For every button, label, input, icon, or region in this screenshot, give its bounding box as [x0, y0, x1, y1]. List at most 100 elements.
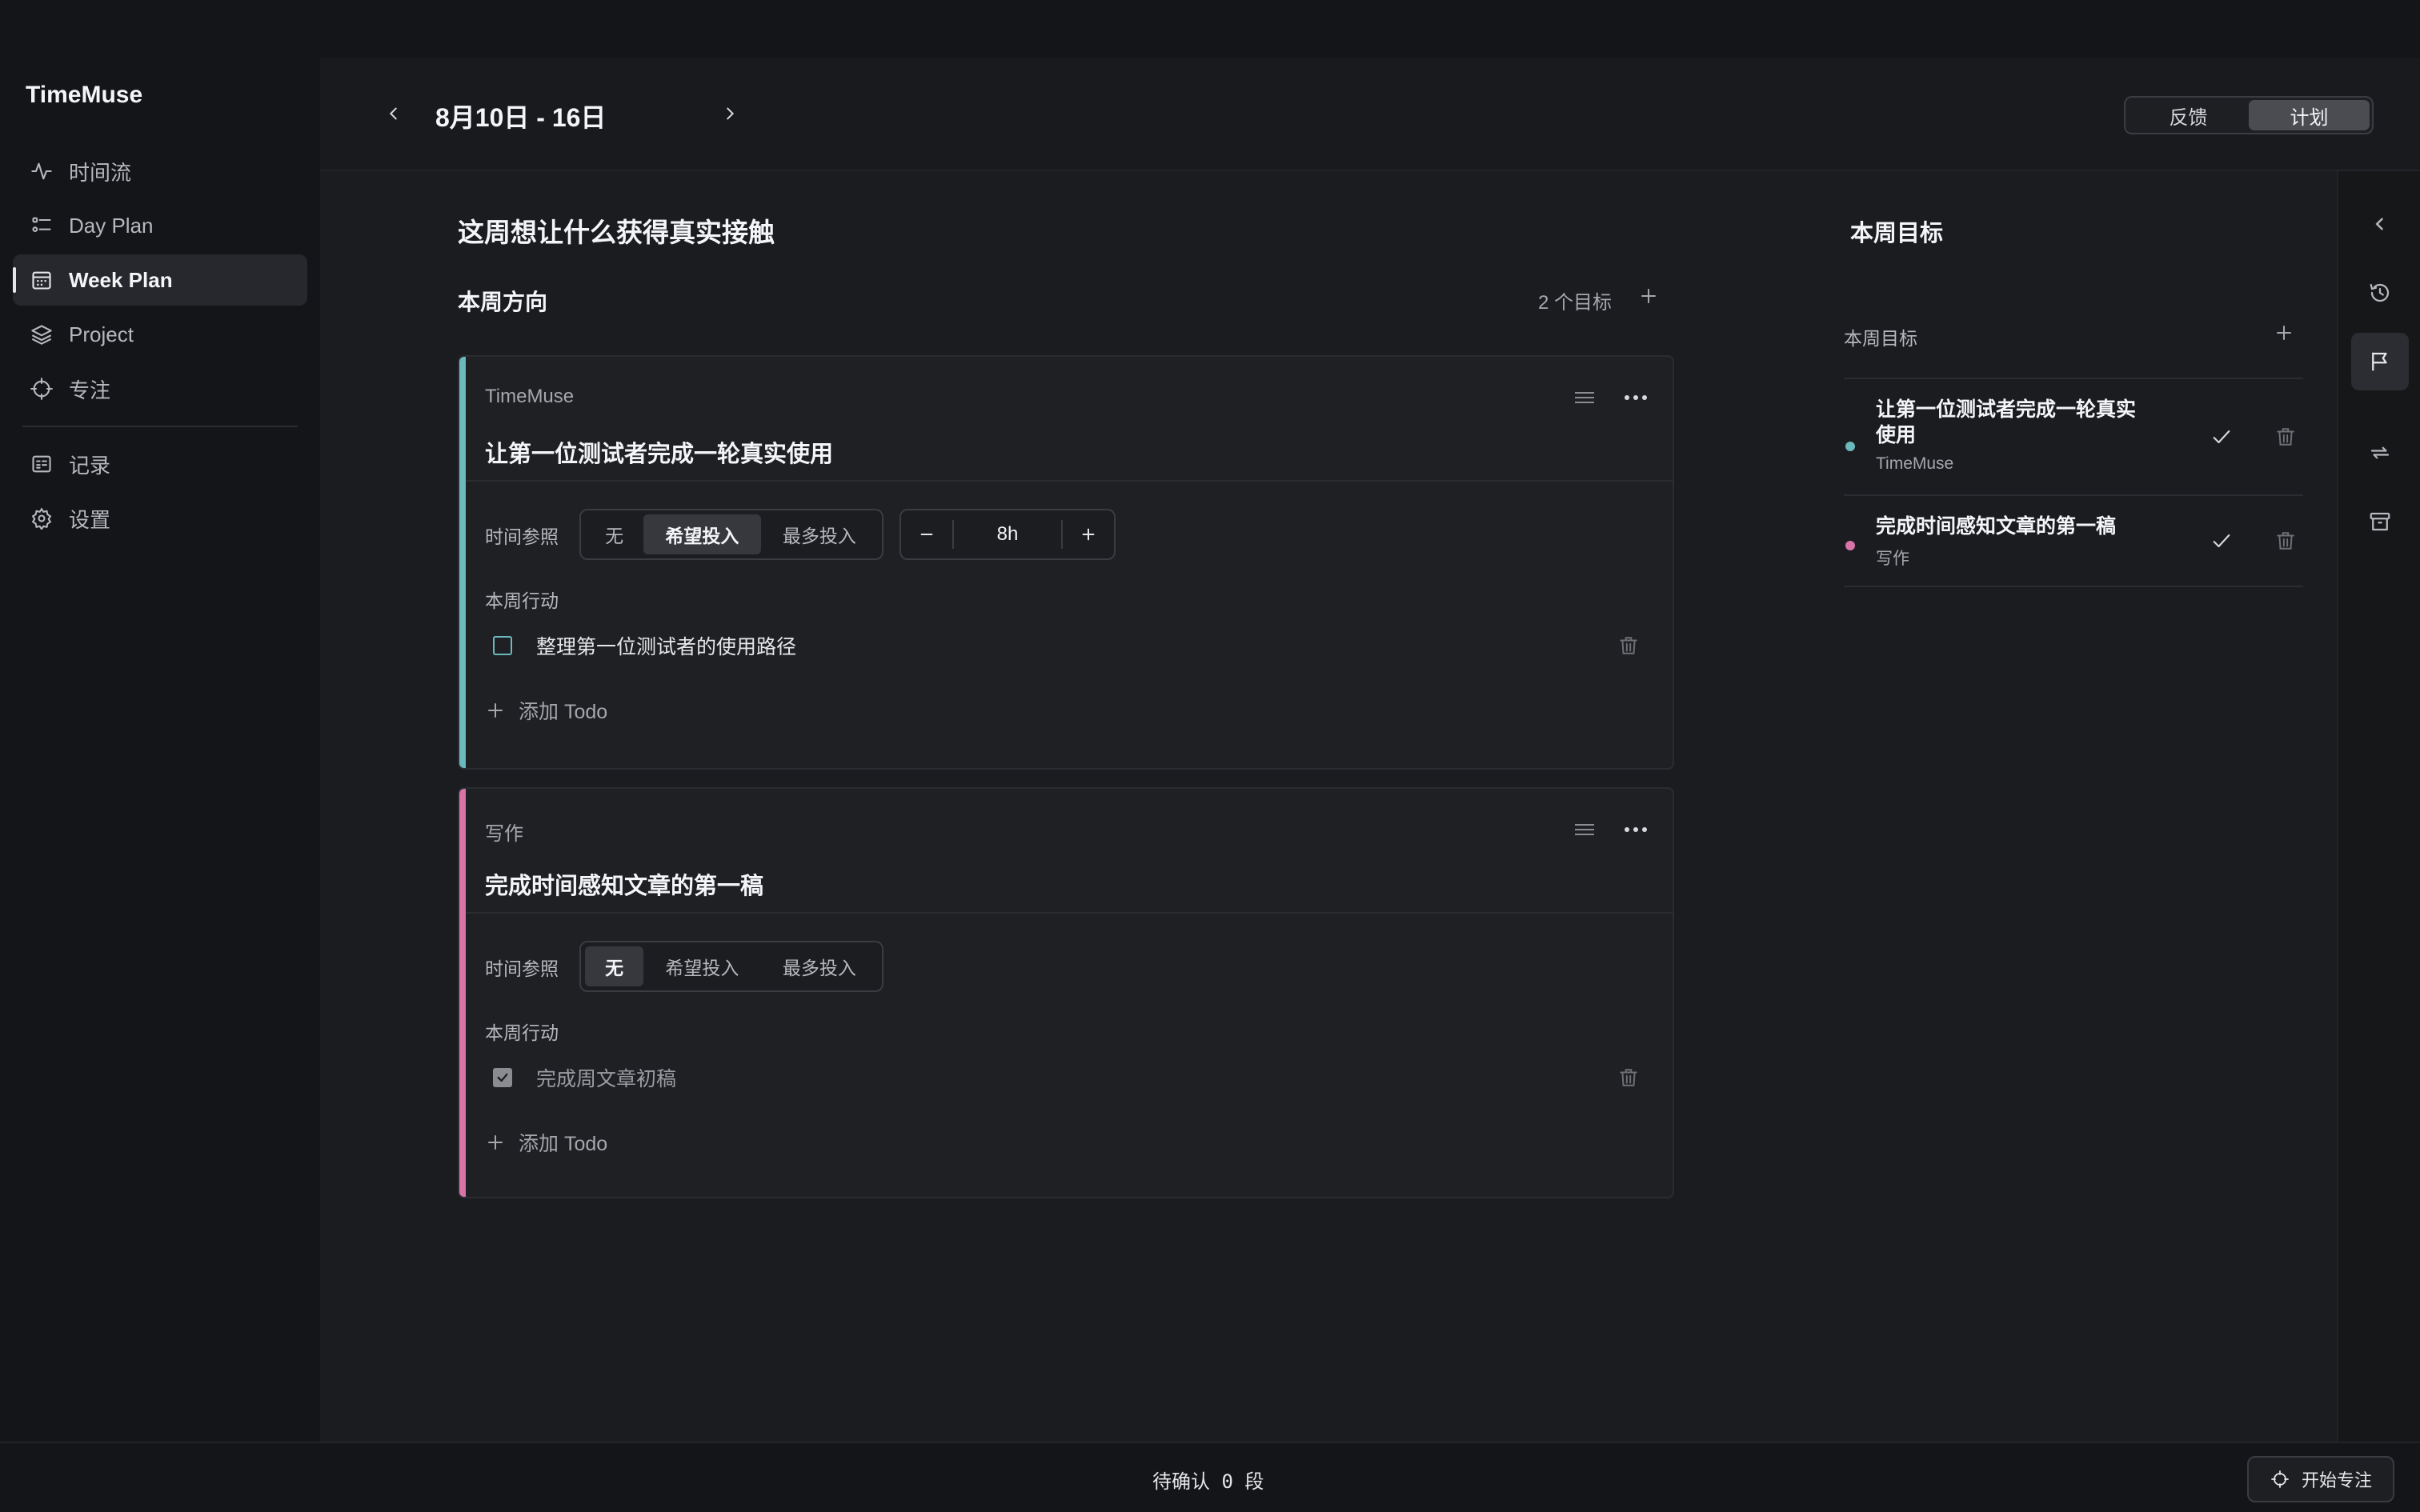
- main-content: 这周想让什么获得真实接触 本周方向 2 个目标 TimeMuse 让第一位测试者…: [320, 171, 2337, 1442]
- sidebar-item-focus[interactable]: 专注: [13, 363, 307, 414]
- direction-title: 本周方向: [458, 290, 548, 314]
- history-button[interactable]: [2351, 264, 2409, 322]
- weekly-goals-title: 本周目标: [1850, 221, 1944, 246]
- sidebar-item-label: 设置: [69, 507, 111, 532]
- collapse-panel-button[interactable]: [2351, 195, 2409, 253]
- chevron-left-icon: [2375, 218, 2383, 230]
- crosshair-icon: [2270, 1469, 2290, 1490]
- plus-icon: [1641, 289, 1656, 303]
- minus-icon: [920, 533, 933, 536]
- weekly-goals-section-label: 本周目标: [1844, 328, 1917, 349]
- option-max-invest[interactable]: 最多投入: [761, 946, 878, 986]
- todo-item: 整理第一位测试者的使用路径: [485, 626, 1653, 666]
- card-divider: [466, 480, 1673, 482]
- add-todo-button[interactable]: 添加 Todo: [485, 696, 607, 725]
- option-max-invest[interactable]: 最多投入: [761, 514, 878, 554]
- sidebar-item-label: Project: [69, 322, 134, 346]
- next-week-button[interactable]: [714, 98, 746, 130]
- week-header: 8月10日 - 16日 反馈 计划: [320, 58, 2420, 171]
- complete-goal-button[interactable]: [2206, 525, 2238, 557]
- delete-todo-button[interactable]: [1617, 1066, 1641, 1090]
- goals-divider: [1844, 494, 2303, 496]
- add-todo-label: 添加 Todo: [519, 1133, 608, 1155]
- sidebar-item-timeline[interactable]: 时间流: [13, 146, 307, 197]
- repeat-button[interactable]: [2351, 424, 2409, 482]
- actions-label: 本周行动: [485, 590, 559, 611]
- more-options-button[interactable]: [1620, 386, 1652, 410]
- goal-count: 2 个目标: [1538, 292, 1613, 314]
- goal-title: 完成时间感知文章的第一稿: [1876, 515, 2117, 538]
- option-none[interactable]: 无: [585, 946, 644, 986]
- add-todo-label: 添加 Todo: [519, 701, 608, 723]
- archive-icon: [2370, 512, 2390, 531]
- more-options-button[interactable]: [1620, 818, 1652, 842]
- flag-icon: [2372, 352, 2387, 371]
- check-icon: [2213, 534, 2230, 548]
- goal-project: 写作: [1876, 550, 1909, 568]
- check-icon: [497, 1073, 508, 1082]
- drag-handle-icon[interactable]: [1569, 818, 1601, 842]
- increment-button[interactable]: [1063, 510, 1114, 558]
- goal-title: 让第一位测试者完成一轮真实 使用: [1876, 398, 2137, 446]
- goal-project: TimeMuse: [1876, 454, 1954, 473]
- sidebar-item-label: Day Plan: [69, 213, 154, 238]
- complete-goal-button[interactable]: [2206, 421, 2238, 453]
- card-divider: [466, 912, 1673, 914]
- time-reference-label: 时间参照: [485, 526, 559, 547]
- goal-list-item[interactable]: 让第一位测试者完成一轮真实 使用 TimeMuse: [1844, 397, 2303, 485]
- option-hope-invest[interactable]: 希望投入: [643, 514, 761, 554]
- chevron-right-icon: [727, 107, 735, 120]
- goal-color-dot: [1845, 442, 1855, 451]
- todo-text[interactable]: 完成周文章初稿: [536, 1063, 676, 1092]
- tab-feedback[interactable]: 反馈: [2128, 100, 2249, 130]
- goal-card: TimeMuse 让第一位测试者完成一轮真实使用 时间参照 无 希望投入 最多投…: [458, 355, 1674, 770]
- option-none[interactable]: 无: [585, 514, 643, 554]
- sidebar-item-records[interactable]: 记录: [13, 438, 307, 490]
- archive-button[interactable]: [2351, 493, 2409, 550]
- plus-icon: [485, 700, 506, 721]
- delete-goal-button[interactable]: [2270, 525, 2302, 557]
- add-todo-button[interactable]: 添加 Todo: [485, 1128, 607, 1157]
- todo-checkbox[interactable]: [493, 636, 512, 655]
- delete-goal-button[interactable]: [2270, 421, 2302, 453]
- goal-list-item[interactable]: 完成时间感知文章的第一稿 写作: [1844, 514, 2303, 578]
- sidebar: TimeMuse 时间流 Day Plan Week Plan Project: [0, 58, 320, 1442]
- card-accent-bar: [459, 789, 466, 1197]
- layers-icon: [30, 323, 53, 346]
- trash-icon: [1620, 1069, 1637, 1086]
- goals-flag-button[interactable]: [2351, 333, 2409, 390]
- drag-handle-icon[interactable]: [1569, 386, 1601, 410]
- more-icon: [1625, 827, 1647, 832]
- hours-value[interactable]: 8h: [952, 520, 1063, 549]
- sidebar-item-project[interactable]: Project: [13, 309, 307, 360]
- todo-checkbox[interactable]: [493, 1068, 512, 1087]
- app-title: TimeMuse: [26, 82, 143, 108]
- goals-divider: [1844, 378, 2303, 379]
- notebook-icon: [30, 453, 53, 475]
- todo-item: 完成周文章初稿: [485, 1058, 1653, 1098]
- goals-divider: [1844, 586, 2303, 587]
- trash-icon: [2277, 532, 2294, 550]
- plus-icon: [485, 1132, 506, 1153]
- actions-label: 本周行动: [485, 1022, 559, 1043]
- goal-color-dot: [1845, 541, 1855, 550]
- status-bar: 待确认 0 段 开始专注: [0, 1442, 2420, 1512]
- add-direction-button[interactable]: [1636, 283, 1661, 309]
- todo-text[interactable]: 整理第一位测试者的使用路径: [536, 631, 796, 660]
- card-project: TimeMuse: [485, 386, 575, 407]
- add-goal-button[interactable]: [2270, 318, 2298, 347]
- sidebar-item-settings[interactable]: 设置: [13, 493, 307, 544]
- sidebar-item-day-plan[interactable]: Day Plan: [13, 200, 307, 251]
- decrement-button[interactable]: [901, 510, 952, 558]
- card-title: 让第一位测试者完成一轮真实使用: [485, 442, 834, 467]
- prev-week-button[interactable]: [378, 98, 410, 130]
- start-focus-button[interactable]: 开始专注: [2247, 1456, 2394, 1502]
- sidebar-item-week-plan[interactable]: Week Plan: [13, 254, 307, 306]
- tab-plan[interactable]: 计划: [2249, 100, 2370, 130]
- option-hope-invest[interactable]: 希望投入: [643, 946, 760, 986]
- gear-icon: [30, 507, 53, 530]
- pending-status: 待确认 0 段: [1152, 1470, 1264, 1493]
- plus-icon: [2277, 326, 2291, 340]
- sidebar-item-label: 时间流: [69, 160, 132, 185]
- delete-todo-button[interactable]: [1617, 634, 1641, 658]
